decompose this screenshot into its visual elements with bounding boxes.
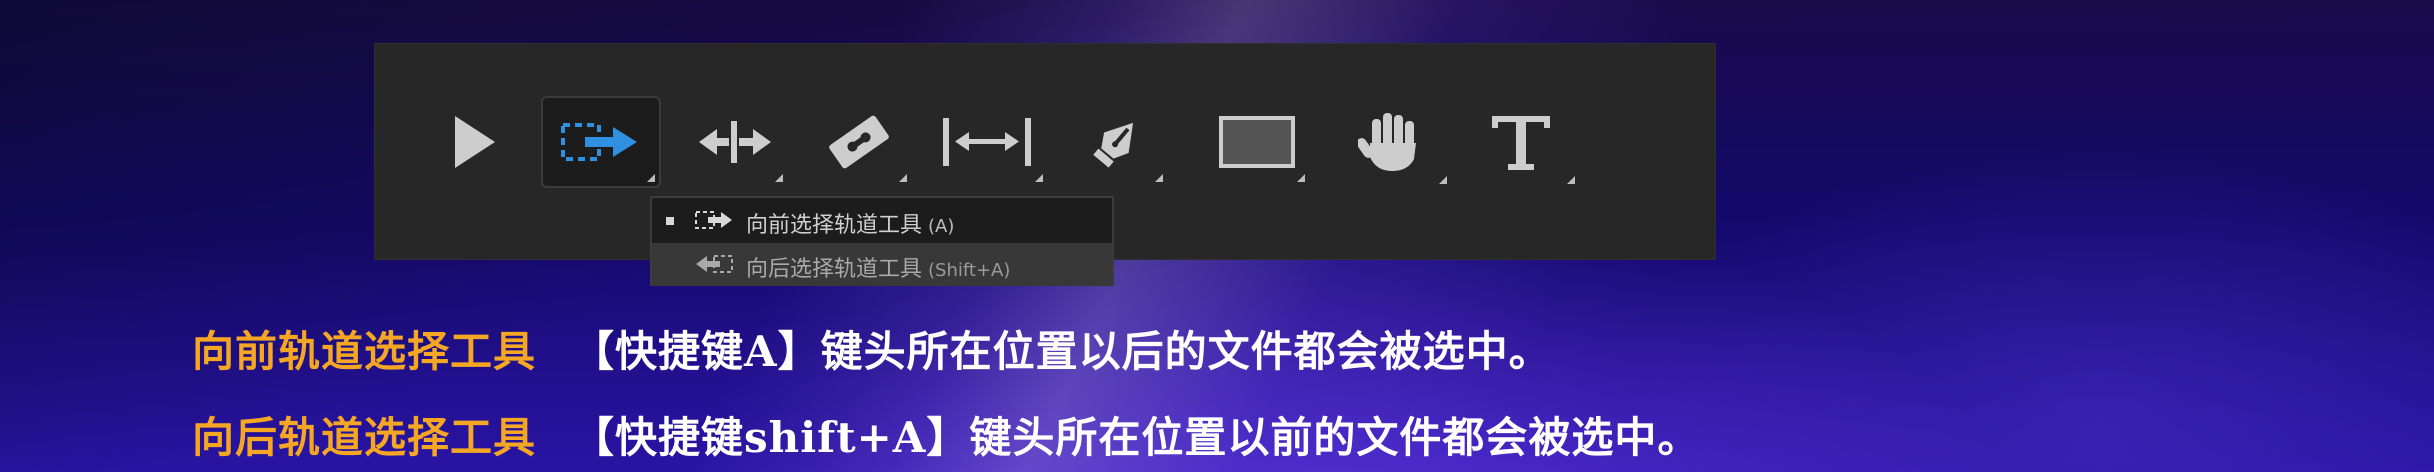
- razor-tool-icon: [829, 115, 889, 169]
- selected-bullet: [666, 217, 674, 225]
- flyout-indicator: [1439, 176, 1447, 184]
- menu-item-text: 向前选择轨道工具: [746, 213, 923, 238]
- menu-item-shortcut: (Shift+A): [928, 260, 1011, 281]
- track-select-forward-tool-icon: [561, 123, 637, 161]
- hand-tool-icon: [1358, 113, 1416, 171]
- flyout-indicator: [1155, 174, 1163, 182]
- rectangle-tool-button[interactable]: [1197, 96, 1317, 188]
- type-tool-icon: [1492, 116, 1550, 170]
- rectangle-tool-icon: [1219, 116, 1295, 168]
- type-tool-button[interactable]: [1461, 96, 1581, 188]
- menu-item-label: 向前选择轨道工具 (A): [746, 207, 954, 239]
- flyout-indicator: [1297, 174, 1305, 182]
- flyout-indicator: [1035, 174, 1043, 182]
- track-select-flyout-menu: 向前选择轨道工具 (A) 向后选择轨道工具 (Shift+A): [650, 196, 1114, 286]
- ripple-edit-tool-button[interactable]: [675, 96, 795, 188]
- flyout-indicator: [647, 174, 655, 182]
- description-line-forward: 向前轨道选择工具 【快捷键A】键头所在位置以后的文件都会被选中。: [192, 318, 1552, 379]
- flyout-indicator: [1567, 176, 1575, 184]
- selection-tool-button[interactable]: [415, 96, 535, 188]
- track-select-forward-icon: [695, 211, 732, 229]
- menu-item-text: 向后选择轨道工具: [746, 257, 923, 282]
- razor-tool-button[interactable]: [799, 96, 919, 188]
- flyout-indicator: [899, 174, 907, 182]
- menu-item-track-select-forward[interactable]: 向前选择轨道工具 (A): [652, 199, 1112, 242]
- menu-item-track-select-backward[interactable]: 向后选择轨道工具 (Shift+A): [652, 243, 1112, 286]
- track-select-backward-icon: [696, 255, 733, 273]
- menu-item-label: 向后选择轨道工具 (Shift+A): [746, 251, 1010, 283]
- tool-name: 向后轨道选择工具: [192, 413, 537, 462]
- tool-explanation: 【快捷键A】键头所在位置以后的文件都会被选中。: [572, 327, 1552, 376]
- slip-tool-button[interactable]: [927, 96, 1047, 188]
- description-line-backward: 向后轨道选择工具 【快捷键shift+A】键头所在位置以前的文件都会被选中。: [192, 404, 1700, 465]
- pen-tool-icon: [1093, 122, 1134, 168]
- slip-tool-icon: [943, 118, 1031, 166]
- tool-name: 向前轨道选择工具: [192, 327, 537, 376]
- tool-explanation: 【快捷键shift+A】键头所在位置以前的文件都会被选中。: [572, 413, 1701, 462]
- selection-tool-icon: [455, 116, 495, 168]
- flyout-indicator: [775, 174, 783, 182]
- track-select-forward-tool-button[interactable]: [541, 96, 661, 188]
- menu-item-shortcut: (A): [928, 216, 955, 237]
- hand-tool-button[interactable]: [1333, 96, 1453, 188]
- pen-tool-button[interactable]: [1057, 96, 1177, 188]
- ripple-edit-tool-icon: [699, 121, 771, 163]
